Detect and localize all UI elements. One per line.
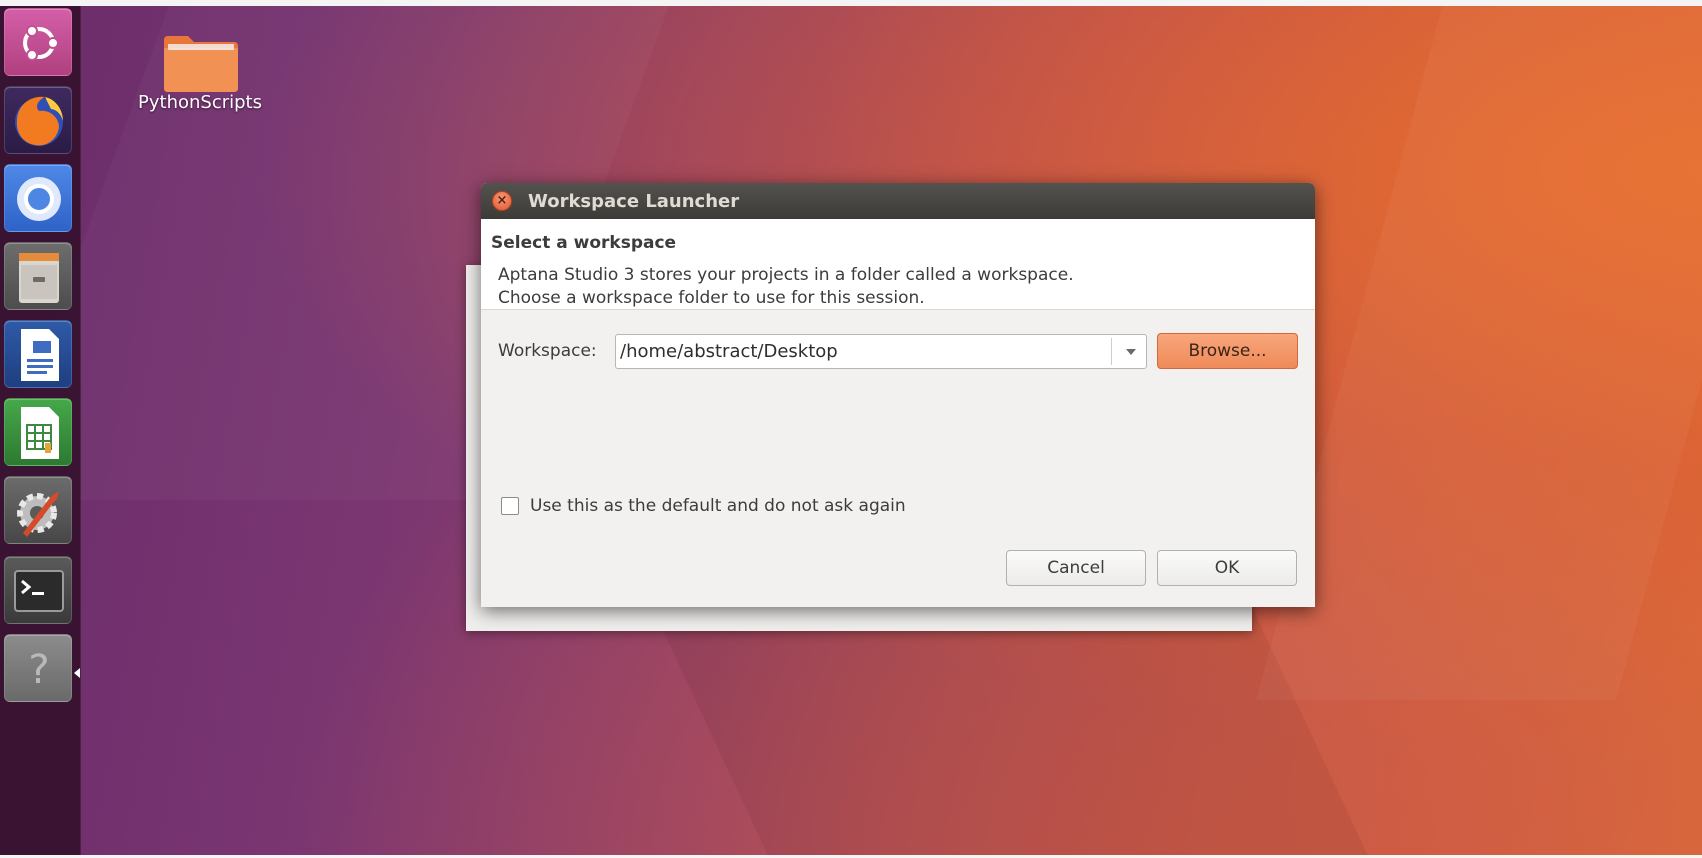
launcher-item-system-settings[interactable] — [4, 476, 72, 544]
question-mark-icon: ? — [28, 647, 49, 693]
cancel-button[interactable]: Cancel — [1006, 550, 1146, 586]
firefox-icon — [15, 96, 63, 146]
header-title: Select a workspace — [491, 233, 677, 253]
launcher-item-dash-home[interactable] — [4, 8, 72, 76]
chromium-icon — [17, 177, 61, 221]
header-description-line1: Aptana Studio 3 stores your projects in … — [498, 265, 1074, 285]
window-title: Workspace Launcher — [528, 191, 740, 212]
dialog-titlebar[interactable]: × Workspace Launcher — [481, 183, 1315, 219]
svg-text:?: ? — [28, 647, 49, 693]
launcher-item-chromium[interactable] — [4, 164, 72, 232]
active-launcher-arrow — [74, 668, 80, 678]
top-strip — [0, 0, 1702, 6]
combo-divider — [1111, 338, 1112, 365]
close-icon: × — [496, 193, 508, 208]
workspace-input[interactable] — [616, 335, 1106, 368]
header-description-line2: Choose a workspace folder to use for thi… — [498, 288, 925, 308]
workspace-launcher-dialog: × Workspace Launcher Select a workspace … — [481, 183, 1315, 607]
ubuntu-logo-icon — [23, 25, 59, 61]
close-button[interactable]: × — [492, 191, 512, 211]
launcher-item-help[interactable]: ? — [4, 634, 72, 702]
launcher-item-libreoffice-calc[interactable] — [4, 398, 72, 466]
gear-wrench-icon — [17, 491, 59, 537]
unity-launcher: ? — [0, 6, 81, 855]
default-workspace-label[interactable]: Use this as the default and do not ask a… — [530, 496, 906, 516]
ok-button[interactable]: OK — [1157, 550, 1297, 586]
browse-button[interactable]: Browse... — [1157, 333, 1298, 369]
dialog-header: Select a workspace Aptana Studio 3 store… — [481, 219, 1315, 310]
default-workspace-checkbox[interactable] — [501, 497, 519, 515]
launcher-item-libreoffice-writer[interactable] — [4, 320, 72, 388]
chevron-down-icon[interactable] — [1126, 349, 1136, 355]
folder-icon[interactable] — [160, 32, 242, 96]
wallpaper-facet — [1256, 0, 1702, 700]
workspace-label: Workspace: — [498, 341, 597, 361]
launcher-item-firefox[interactable] — [4, 86, 72, 154]
launcher-item-terminal[interactable] — [4, 556, 72, 624]
spreadsheet-icon — [21, 407, 59, 459]
workspace-combobox[interactable] — [615, 334, 1147, 369]
terminal-icon — [14, 570, 64, 612]
file-cabinet-icon — [19, 253, 59, 303]
document-icon — [21, 329, 59, 381]
desktop-icon-label[interactable]: PythonScripts — [120, 92, 280, 113]
launcher-item-files[interactable] — [4, 242, 72, 310]
